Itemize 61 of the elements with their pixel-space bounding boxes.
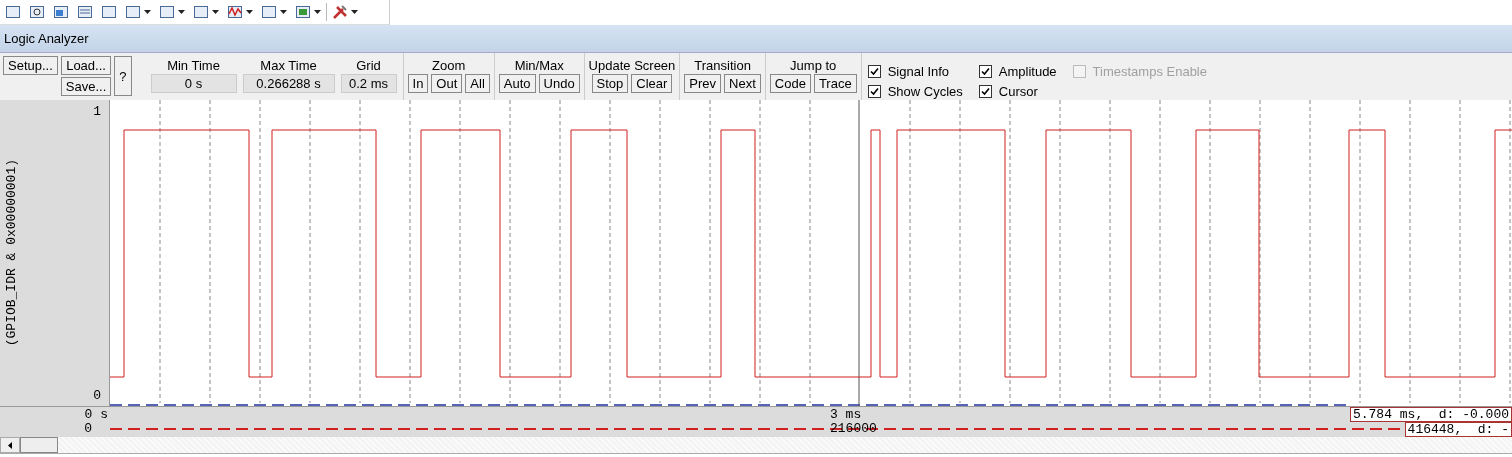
left-arrow-icon xyxy=(8,441,12,449)
horizontal-scrollbar[interactable] xyxy=(0,437,1512,454)
toolbar-button[interactable]: Next xyxy=(724,74,761,93)
field-label: Max Time xyxy=(260,58,317,73)
chip-icon xyxy=(295,4,311,20)
signal-name: (GPIOB_IDR & 0x00000001) xyxy=(4,159,19,347)
checkbox-label: Show Cycles xyxy=(887,83,963,99)
setup-button[interactable]: Setup... xyxy=(3,56,58,75)
checkbox-label: Signal Info xyxy=(887,63,950,79)
toolbar-button[interactable]: Stop xyxy=(591,74,629,93)
group-label: Min/Max xyxy=(514,58,564,73)
caret-icon[interactable] xyxy=(351,10,358,14)
time-origin: 0 s xyxy=(84,408,108,422)
toolbar-button[interactable]: Clear xyxy=(631,74,673,93)
field-value: 0 s xyxy=(150,74,237,93)
field-value: 0.2 ms xyxy=(340,74,397,93)
window-title: Logic Analyzer xyxy=(4,31,89,46)
toolbar-button[interactable]: Prev xyxy=(684,74,722,93)
group-label: Transition xyxy=(694,58,751,73)
caret-icon[interactable] xyxy=(314,10,321,14)
time-readout: 5.784 ms, d: -0.000 xyxy=(1349,407,1512,422)
scroll-thumb[interactable] xyxy=(20,437,58,453)
group-label: Update Screen xyxy=(588,58,676,73)
tools-icon xyxy=(332,4,348,20)
value-readout: 416448, d: - xyxy=(1404,422,1512,437)
caret-icon[interactable] xyxy=(144,10,151,14)
checkbox-label: Cursor xyxy=(998,83,1038,99)
axis-label: 1 xyxy=(93,104,101,119)
checkbox[interactable] xyxy=(978,84,992,98)
toolbar-button[interactable]: Undo xyxy=(538,74,580,93)
checkbox-label: Amplitude xyxy=(998,63,1057,79)
group-label: Jump to xyxy=(790,58,837,73)
field-value: 0.266288 s xyxy=(242,74,335,93)
caret-icon[interactable] xyxy=(178,10,185,14)
checkbox[interactable] xyxy=(867,64,881,78)
scroll-left-button[interactable] xyxy=(0,437,20,453)
axis-label: 0 xyxy=(93,388,101,403)
caret-icon[interactable] xyxy=(212,10,219,14)
toolbar-button[interactable]: Auto xyxy=(498,74,536,93)
load-button[interactable]: Load... xyxy=(60,56,112,75)
window-icon xyxy=(53,4,69,20)
cursor-time: 3 ms xyxy=(830,408,862,422)
checkbox[interactable] xyxy=(978,64,992,78)
signal-icon xyxy=(227,4,243,20)
toolbar-button[interactable]: Trace xyxy=(813,74,857,93)
field-label: Min Time xyxy=(167,58,220,73)
checkbox[interactable] xyxy=(867,84,881,98)
toolbar-button[interactable]: Out xyxy=(431,74,463,93)
toolbar-button[interactable]: In xyxy=(407,74,429,93)
search-icon xyxy=(29,4,45,20)
caret-icon[interactable] xyxy=(280,10,287,14)
field-label: Grid xyxy=(356,58,381,73)
list-icon xyxy=(77,4,93,20)
group-label: Zoom xyxy=(432,58,466,73)
save-button[interactable]: Save... xyxy=(60,77,112,96)
toolbar-button[interactable]: Code xyxy=(769,74,811,93)
toolbar-button[interactable]: All xyxy=(465,74,490,93)
checkbox-label: Timestamps Enable xyxy=(1092,63,1207,79)
value-origin: 0 xyxy=(84,422,92,436)
caret-icon[interactable] xyxy=(246,10,253,14)
help-button[interactable]: ? xyxy=(114,56,132,96)
